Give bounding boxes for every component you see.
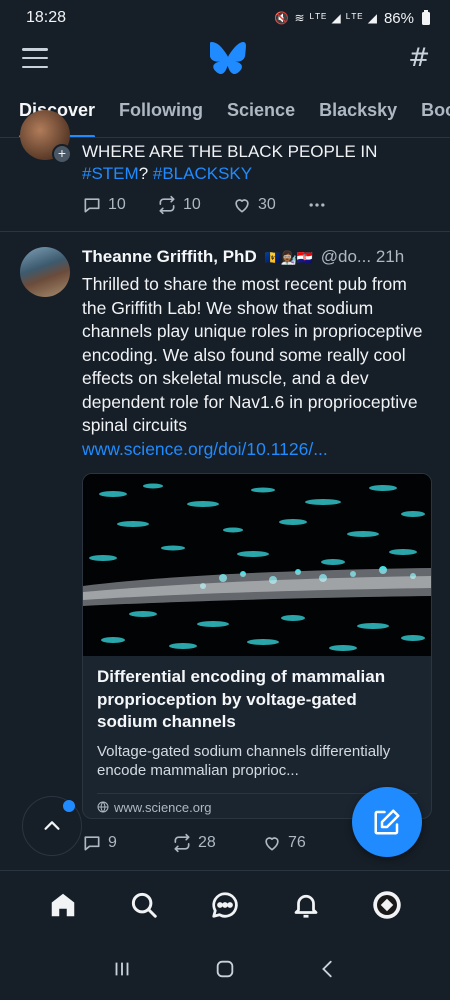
battery-level: 86%	[383, 9, 414, 27]
like-button[interactable]: 76	[262, 833, 352, 853]
repost-icon	[174, 833, 190, 853]
reply-count: 10	[108, 196, 126, 213]
butterfly-logo-icon	[210, 42, 247, 74]
bell-icon	[294, 894, 318, 918]
like-button[interactable]: 30	[232, 195, 307, 215]
avatar[interactable]	[20, 247, 70, 297]
preview-image	[83, 474, 431, 656]
post-header: Theanne Griffith, PhD 🇧🇧👩🏾‍🔬🇭🇷 @do... 21…	[82, 247, 432, 267]
status-bar: 18:28 🔇 ≋ ᴸᵀᴱ ◢ ᴸᵀᴱ ◢ 86%	[0, 0, 450, 36]
follow-plus-icon[interactable]: +	[52, 144, 72, 164]
tab-science[interactable]: Science	[227, 86, 295, 137]
back-icon[interactable]	[317, 958, 339, 980]
reply-button[interactable]: 9	[82, 833, 172, 853]
new-posts-indicator	[63, 800, 75, 812]
compose-icon	[374, 809, 400, 835]
bottom-nav	[0, 870, 450, 938]
repost-icon	[159, 195, 175, 215]
like-count: 76	[288, 834, 306, 851]
chat-icon	[212, 891, 238, 918]
system-nav	[0, 938, 450, 1000]
post-text: Thrilled to share the most recent pub fr…	[82, 273, 432, 461]
post-item[interactable]: Theanne Griffith, PhD 🇧🇧👩🏾‍🔬🇭🇷 @do... 21…	[0, 233, 450, 873]
post-time: 21h	[375, 247, 405, 266]
app-bar: #	[0, 36, 450, 80]
recents-icon[interactable]	[111, 958, 133, 980]
reply-count: 9	[108, 834, 117, 851]
repost-count: 28	[198, 834, 216, 851]
hashtag-link[interactable]: #STEM	[82, 164, 139, 183]
hash-icon[interactable]: #	[408, 43, 430, 73]
author-flags: 🇧🇧👩🏾‍🔬🇭🇷	[264, 250, 314, 265]
home-icon	[51, 893, 74, 916]
reply-icon	[84, 198, 100, 213]
home-button-icon[interactable]	[214, 958, 236, 980]
repost-count: 10	[183, 196, 201, 213]
compose-button[interactable]	[352, 787, 422, 857]
post-text-plain: WHERE ARE THE BLACK PEOPLE IN	[82, 142, 378, 161]
tab-books[interactable]: Boo	[421, 86, 450, 137]
status-icons-group: 🔇 ≋ ᴸᵀᴱ ◢ ᴸᵀᴱ ◢ 86%	[274, 9, 430, 27]
nav-notifications[interactable]	[286, 885, 326, 925]
menu-icon[interactable]	[22, 48, 48, 68]
post-actions: 10 10 30	[82, 195, 382, 215]
post-text: WHERE ARE THE BLACK PEOPLE IN #STEM? #BL…	[82, 141, 432, 185]
post-text-mid: ?	[138, 164, 153, 183]
repost-button[interactable]: 10	[157, 195, 232, 215]
more-icon	[309, 203, 325, 207]
tab-blacksky[interactable]: Blacksky	[319, 86, 397, 137]
post-body: Thrilled to share the most recent pub fr…	[82, 274, 423, 435]
signal-icons: 🔇 ≋ ᴸᵀᴱ ◢ ᴸᵀᴱ ◢	[274, 11, 378, 25]
heart-icon	[235, 199, 249, 213]
nav-chat[interactable]	[205, 885, 245, 925]
link-preview-card[interactable]: Differential encoding of mammalian propr…	[82, 473, 432, 819]
search-icon	[131, 892, 157, 918]
battery-icon	[422, 9, 430, 25]
card-source-url: www.science.org	[114, 799, 212, 815]
post-link[interactable]: www.science.org/doi/10.1126/...	[82, 438, 432, 462]
heart-icon	[265, 837, 279, 851]
more-options-button[interactable]	[307, 195, 382, 215]
like-count: 30	[258, 196, 276, 213]
repost-button[interactable]: 28	[172, 833, 262, 853]
card-title: Differential encoding of mammalian propr…	[97, 667, 386, 731]
hashtag-link[interactable]: #BLACKSKY	[153, 164, 252, 183]
author-handle[interactable]: @do...	[321, 247, 371, 266]
profile-avatar	[373, 890, 402, 919]
reply-button[interactable]: 10	[82, 195, 157, 215]
nav-profile[interactable]	[367, 885, 407, 925]
author-name[interactable]: Theanne Griffith, PhD	[82, 247, 257, 266]
card-description: Voltage-gated sodium channels differenti…	[97, 742, 391, 780]
nav-home[interactable]	[43, 885, 83, 925]
nav-search[interactable]	[124, 885, 164, 925]
post-item[interactable]: + WHERE ARE THE BLACK PEOPLE IN #STEM? #…	[0, 110, 450, 232]
status-time: 18:28	[26, 9, 67, 26]
chevron-up-icon	[44, 821, 60, 830]
post-actions: 9 28 76	[82, 833, 382, 853]
tab-following[interactable]: Following	[119, 86, 203, 137]
reply-icon	[84, 836, 100, 851]
globe-icon	[97, 801, 109, 813]
